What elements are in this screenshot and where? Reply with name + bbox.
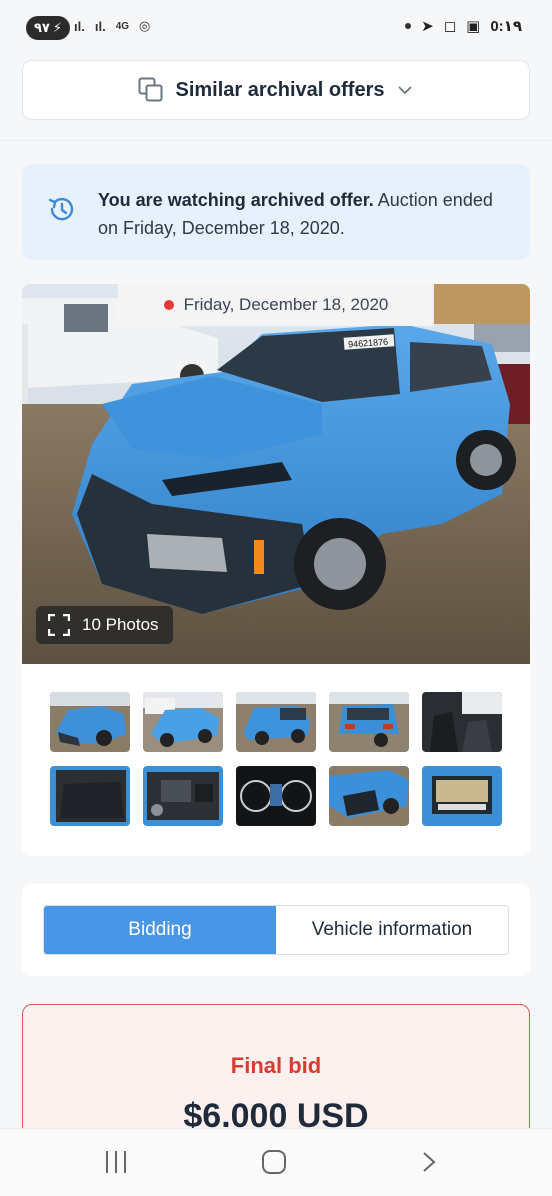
telegram-icon: ➤ <box>421 18 434 35</box>
thumbnail-rear[interactable] <box>329 692 409 752</box>
tab-vehicle-information[interactable]: Vehicle information <box>276 906 508 954</box>
thumbnail-grid <box>50 692 502 826</box>
thumbnail-front-left[interactable] <box>143 692 223 752</box>
battery-indicator: ۹۷ ⚡ <box>26 16 71 40</box>
network-type: 4G <box>115 20 130 32</box>
home-button[interactable] <box>262 1150 286 1174</box>
fullscreen-icon <box>48 614 70 636</box>
divider <box>0 140 552 141</box>
archived-offer-banner: You are watching archived offer. Auction… <box>22 164 530 260</box>
main-vehicle-photo[interactable]: 94621876 Friday, December 18, 2020 10 Ph… <box>22 284 530 664</box>
view-all-photos-button[interactable]: 10 Photos <box>36 606 173 644</box>
chevron-down-icon <box>398 86 413 95</box>
thumbnail-instrument-cluster[interactable] <box>236 766 316 826</box>
history-icon <box>48 197 74 221</box>
thumbnail-engine[interactable] <box>143 766 223 826</box>
hotspot-icon: ◎ <box>139 18 151 33</box>
similar-archival-offers-label: Similar archival offers <box>175 78 385 101</box>
signal-icon: ıl. <box>74 18 85 34</box>
recent-apps-button[interactable] <box>106 1151 126 1173</box>
signal-icon-2: ıl. <box>94 18 106 34</box>
status-dot <box>163 300 174 310</box>
thumbnail-label-sticker[interactable] <box>422 766 502 826</box>
copy-icon <box>138 77 162 102</box>
photo-gallery-card: 94621876 Friday, December 18, 2020 10 Ph… <box>22 284 530 856</box>
instagram-icon: ◻ <box>443 18 457 35</box>
status-right: ➤ ◻ ▣ 0:۱۹ <box>405 17 522 35</box>
signal-icons: ıl. ıl. 4G ◎ <box>74 18 150 34</box>
photos-count-label: 10 Photos <box>82 615 159 634</box>
thumbnail-rear-left[interactable] <box>236 692 316 752</box>
archived-offer-text: You are watching archived offer. Auction… <box>98 186 508 242</box>
final-bid-label: Final bid <box>230 1053 322 1078</box>
charging-icon: ⚡ <box>52 20 63 35</box>
status-bar: ۹۷ ⚡ ıl. ıl. 4G ◎ ➤ ◻ ▣ 0:۱۹ <box>0 0 552 48</box>
battery-level: ۹۷ <box>34 20 50 35</box>
screen-record-icon: ▣ <box>466 18 481 35</box>
notification-dot-icon <box>405 23 412 29</box>
back-button[interactable] <box>418 1151 440 1173</box>
thumbnail-front-damage[interactable] <box>50 692 130 752</box>
thumbnail-rear-seats[interactable] <box>50 766 130 826</box>
archived-offer-bold: You are watching archived offer. <box>98 190 374 210</box>
thumbnail-front-seats[interactable] <box>422 692 502 752</box>
tabs-card: Bidding Vehicle information <box>22 884 530 976</box>
thumbnail-front-bumper-closeup[interactable] <box>329 766 409 826</box>
auction-date-chip: Friday, December 18, 2020 <box>118 284 434 326</box>
tab-bidding[interactable]: Bidding <box>44 906 276 954</box>
auction-date: Friday, December 18, 2020 <box>183 295 389 314</box>
similar-archival-offers-dropdown[interactable]: Similar archival offers <box>22 60 530 120</box>
system-navigation-bar <box>0 1128 552 1196</box>
tab-bar: Bidding Vehicle information <box>43 905 509 955</box>
clock: 0:۱۹ <box>490 18 522 35</box>
